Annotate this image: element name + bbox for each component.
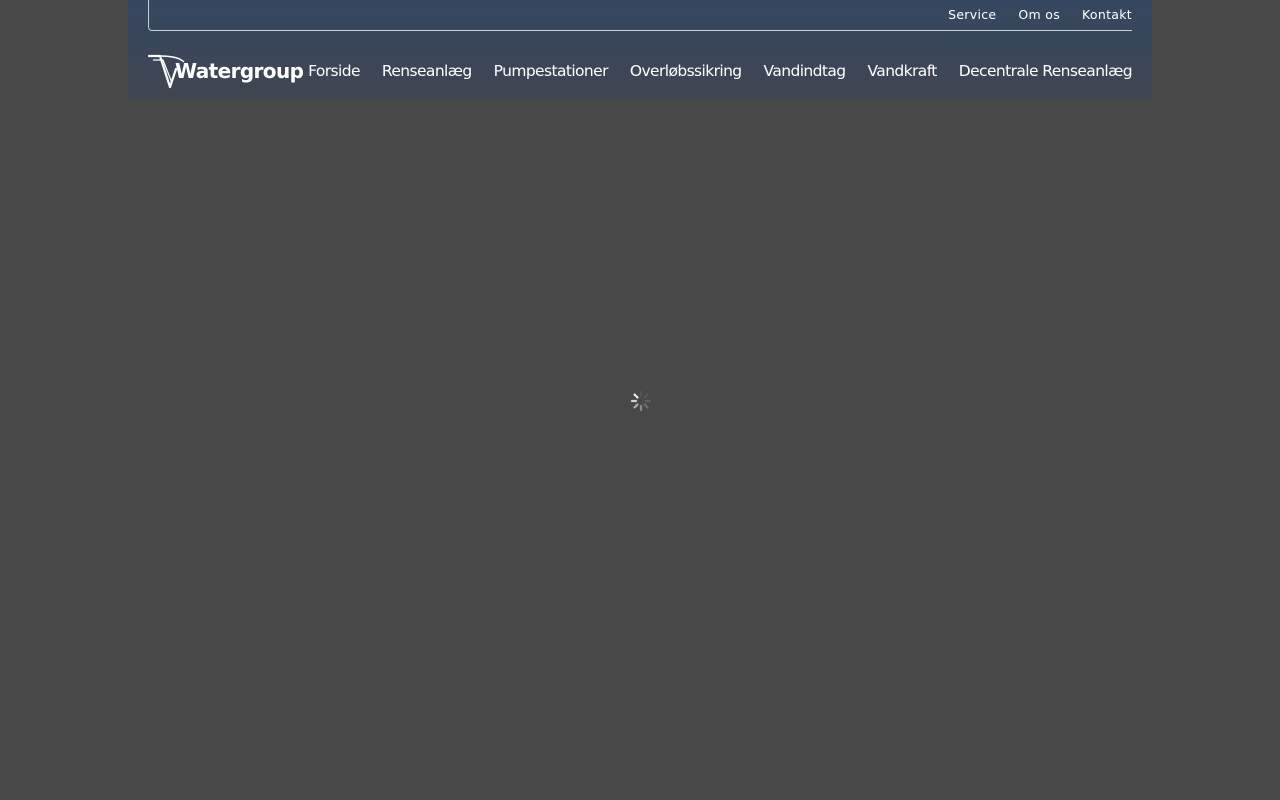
top-nav-om-os[interactable]: Om os [1018,6,1060,23]
loading-spinner-icon [630,390,652,412]
nav-decentrale-renseanlaeg[interactable]: Decentrale Renseanlæg [959,60,1133,82]
logo-text: Watergroup [175,59,304,83]
top-nav: Service Om os Kontakt [948,6,1132,23]
nav-pumpestationer[interactable]: Pumpestationer [494,60,609,82]
top-nav-service[interactable]: Service [948,6,996,23]
top-bar: Service Om os Kontakt [148,0,1132,31]
nav-forside[interactable]: Forside [308,60,360,82]
nav-renseanlaeg[interactable]: Renseanlæg [382,60,472,82]
page: Service Om os Kontakt Watergroup Forside… [0,0,1280,800]
nav-vandindtag[interactable]: Vandindtag [764,60,847,82]
nav-overloebssikring[interactable]: Overløbssikring [630,60,742,82]
nav-vandkraft[interactable]: Vandkraft [868,60,938,82]
main-nav: Forside Renseanlæg Pumpestationer Overlø… [308,60,1132,82]
top-nav-kontakt[interactable]: Kontakt [1082,6,1132,23]
site-header: Service Om os Kontakt Watergroup Forside… [128,0,1152,100]
logo[interactable]: Watergroup [148,53,304,91]
